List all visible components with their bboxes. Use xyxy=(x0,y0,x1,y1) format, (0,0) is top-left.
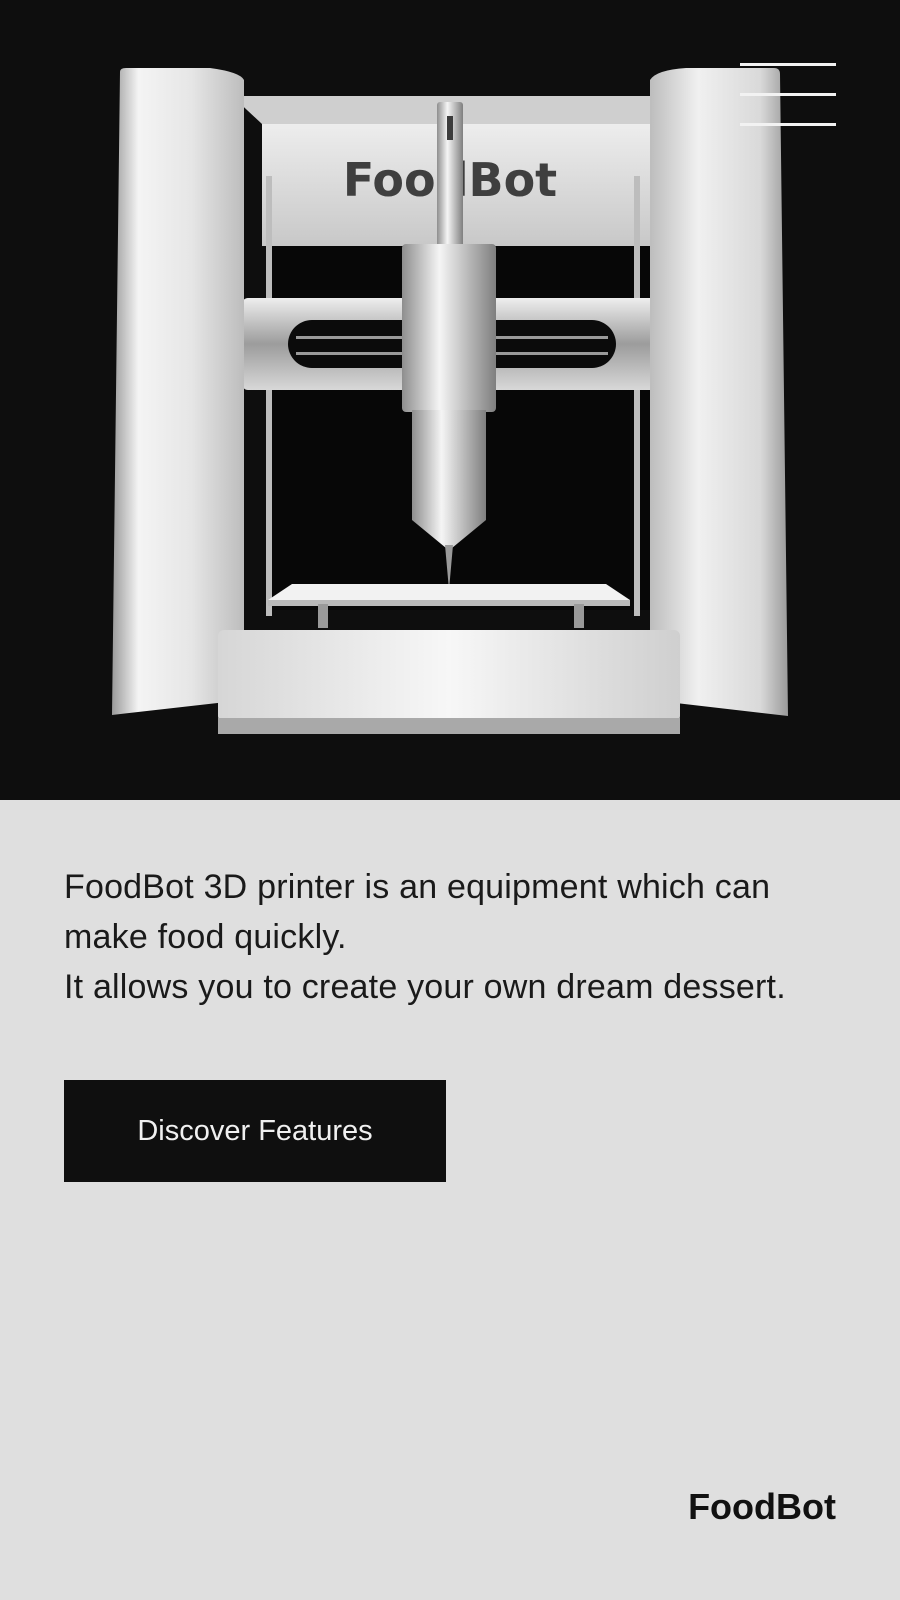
hero-section: FoodBot xyxy=(0,0,900,800)
product-description: FoodBot 3D printer is an equipment which… xyxy=(64,862,844,1012)
discover-features-button[interactable]: Discover Features xyxy=(64,1080,446,1182)
description-line-1: FoodBot 3D printer is an equipment which… xyxy=(64,868,771,956)
menu-bar-top xyxy=(740,63,836,66)
description-line-2: It allows you to create your own dream d… xyxy=(64,968,786,1006)
menu-bar-bottom xyxy=(740,123,836,126)
menu-bar-middle xyxy=(740,93,836,96)
hamburger-menu-icon[interactable] xyxy=(740,63,836,127)
footer-logo[interactable]: FoodBot xyxy=(688,1486,836,1528)
